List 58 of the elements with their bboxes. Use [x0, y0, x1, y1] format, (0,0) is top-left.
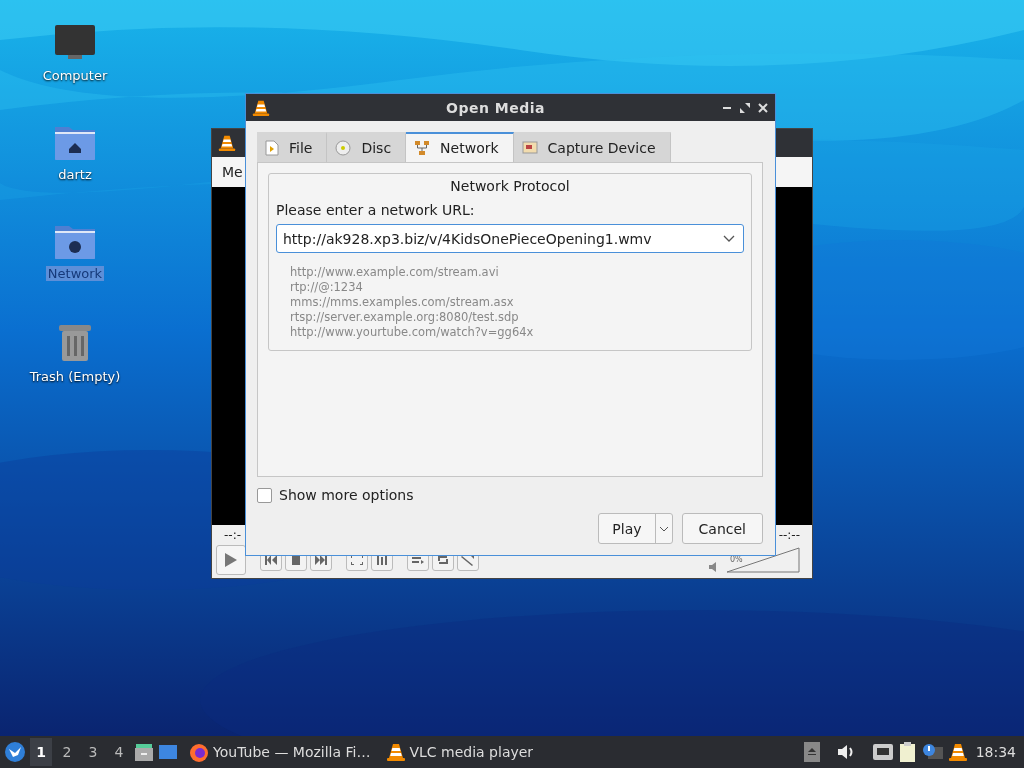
- notification-icon[interactable]: [921, 743, 944, 761]
- clock: 18:34: [975, 744, 1016, 760]
- workspace-button[interactable]: 2: [56, 738, 78, 766]
- tab[interactable]: File: [257, 132, 328, 162]
- play-button[interactable]: Play: [599, 514, 656, 543]
- monitor-icon: [54, 22, 96, 62]
- group-title: Network Protocol: [450, 178, 570, 194]
- play-button[interactable]: [216, 545, 246, 575]
- taskbar-task[interactable]: VLC media player: [380, 738, 540, 766]
- taskbar-task[interactable]: YouTube — Mozilla Fi…: [182, 738, 377, 766]
- close-button[interactable]: [757, 101, 769, 114]
- chevron-down-icon: [723, 234, 735, 243]
- desktop-icon-label: Trash (Empty): [28, 369, 122, 384]
- desktop-icon-label: Network: [45, 266, 105, 281]
- elapsed-time: --:-: [224, 528, 242, 542]
- equalizer-icon: [375, 554, 389, 566]
- loop-icon: [436, 554, 450, 566]
- chevron-down-icon: [658, 525, 669, 532]
- stop-icon: [289, 554, 303, 566]
- disc-icon: [335, 140, 352, 156]
- tab[interactable]: Disc: [327, 132, 407, 162]
- network-port-icon[interactable]: [871, 743, 894, 761]
- desktop-icon-label: Computer: [41, 68, 109, 83]
- cancel-button[interactable]: Cancel: [681, 513, 763, 544]
- network-icon: [414, 140, 431, 156]
- capture-card-icon: [521, 141, 538, 155]
- example-url: rtsp://server.example.org:8080/test.sdp: [290, 310, 520, 325]
- play-icon: [224, 552, 238, 568]
- vlc-icon: [218, 134, 236, 152]
- example-url: mms://mms.examples.com/stream.asx: [290, 295, 515, 310]
- vlc-icon: [386, 742, 407, 762]
- clipboard-icon[interactable]: [897, 741, 918, 763]
- next-icon: [314, 554, 328, 566]
- total-time: --:--: [778, 528, 800, 542]
- playlist-icon: [411, 554, 425, 566]
- desktop-icon[interactable]: [158, 743, 178, 761]
- speaker-icon: [708, 561, 718, 573]
- start-menu-icon[interactable]: [4, 741, 26, 763]
- vlc-icon: [252, 98, 270, 117]
- example-url: http://www.yourtube.com/watch?v=gg64x: [290, 325, 535, 340]
- example-url: http://www.example.com/stream.avi: [290, 265, 500, 280]
- window-title: Open Media: [445, 99, 546, 116]
- checkbox-label: Show more options: [279, 487, 414, 503]
- tab[interactable]: Network: [406, 132, 514, 162]
- example-url: rtp://@:1234: [290, 280, 364, 295]
- url-label: Please enter a network URL:: [276, 202, 476, 218]
- vlc-tray-icon[interactable]: [947, 742, 968, 762]
- url-combo-field[interactable]: http://ak928.xp3.biz/v/4KidsOnePieceOpening1.wmv: [276, 224, 744, 253]
- file-manager-icon[interactable]: [134, 742, 154, 762]
- maximize-button[interactable]: [739, 101, 751, 114]
- file-icon: [265, 140, 279, 156]
- tab[interactable]: Capture Device: [513, 132, 671, 162]
- eject-icon[interactable]: [803, 742, 820, 762]
- checkbox[interactable]: [257, 487, 272, 503]
- workspace-button[interactable]: 4: [108, 738, 130, 766]
- workspace-button[interactable]: 1: [30, 738, 52, 766]
- desktop-icon-label: dartz: [57, 167, 93, 182]
- workspace-button[interactable]: 3: [82, 738, 104, 766]
